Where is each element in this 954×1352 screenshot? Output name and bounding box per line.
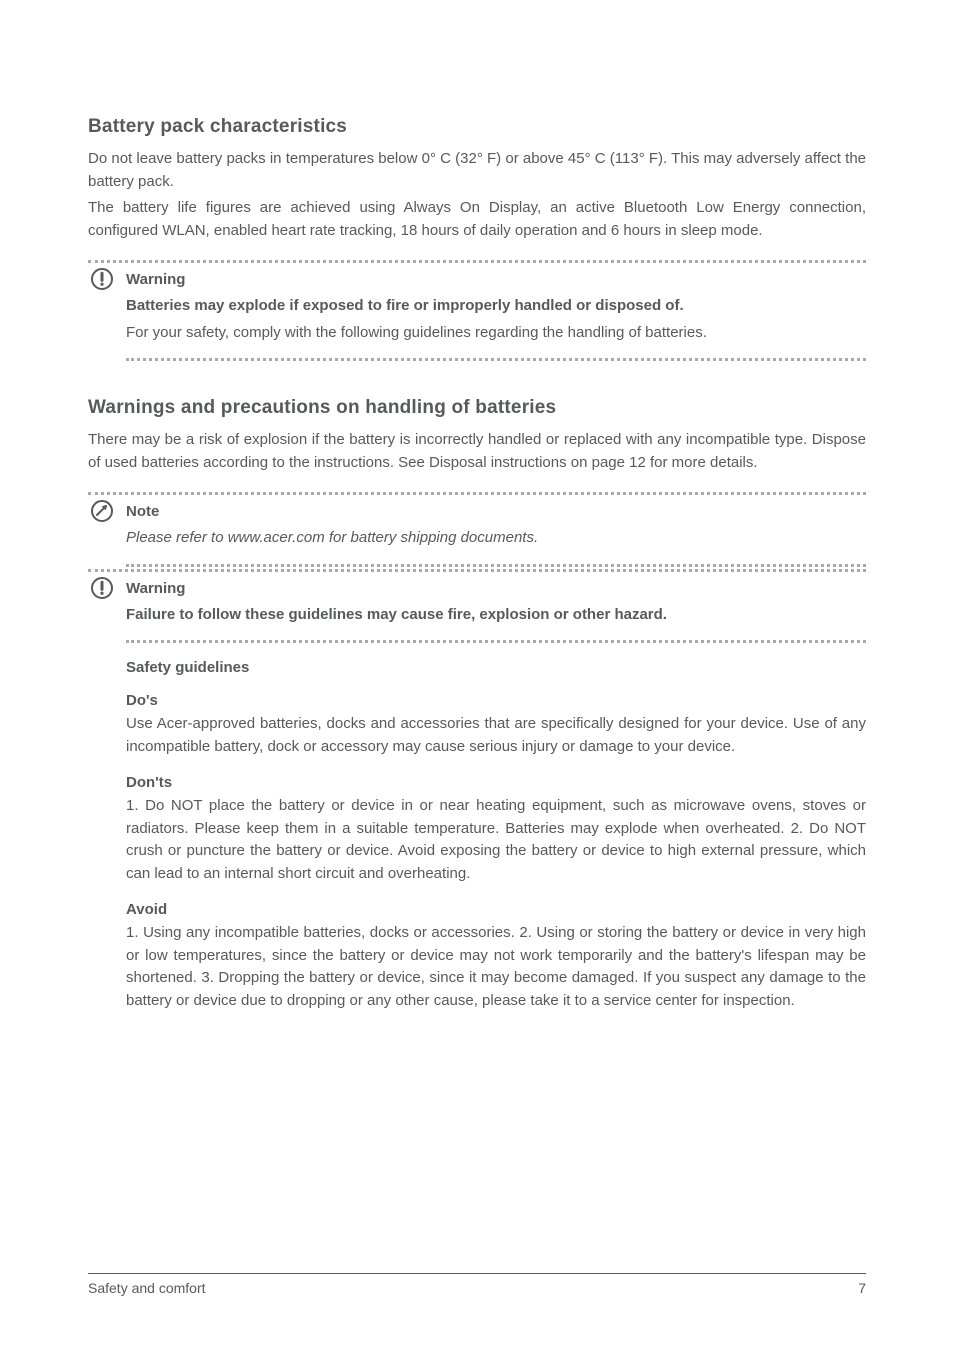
warning-label: Warning (126, 271, 185, 288)
warning-icon (88, 265, 116, 293)
guideline-text: Use Acer-approved batteries, docks and a… (126, 713, 866, 758)
guideline-text: 1. Do NOT place the battery or device in… (126, 795, 866, 885)
body-text: Do not leave battery packs in temperatur… (88, 148, 866, 193)
warning-body: For your safety, comply with the followi… (126, 322, 866, 345)
warning-lead: Batteries may explode if exposed to fire… (126, 297, 684, 314)
footer-title: Safety and comfort (88, 1280, 206, 1296)
guideline-subheading: Safety guidelines (126, 659, 866, 676)
guideline-subheading: Avoid (126, 901, 866, 918)
warning-icon (88, 574, 116, 602)
guideline-subheading: Don'ts (126, 774, 866, 791)
warning-label: Warning (126, 580, 185, 597)
footer-page-number: 7 (858, 1280, 866, 1296)
page-footer: Safety and comfort 7 (88, 1273, 866, 1296)
warning-lead: Failure to follow these guidelines may c… (126, 606, 667, 623)
note-label: Note (126, 503, 159, 520)
section-heading: Battery pack characteristics (88, 116, 866, 138)
note-icon (88, 497, 116, 525)
note-body: Please refer to www.acer.com for battery… (126, 529, 538, 546)
guideline-text: 1. Using any incompatible batteries, doc… (126, 922, 866, 1012)
section-heading: Warnings and precautions on handling of … (88, 397, 866, 419)
guideline-subheading: Do's (126, 692, 866, 709)
body-text: There may be a risk of explosion if the … (88, 429, 866, 474)
body-text: The battery life figures are achieved us… (88, 197, 866, 242)
